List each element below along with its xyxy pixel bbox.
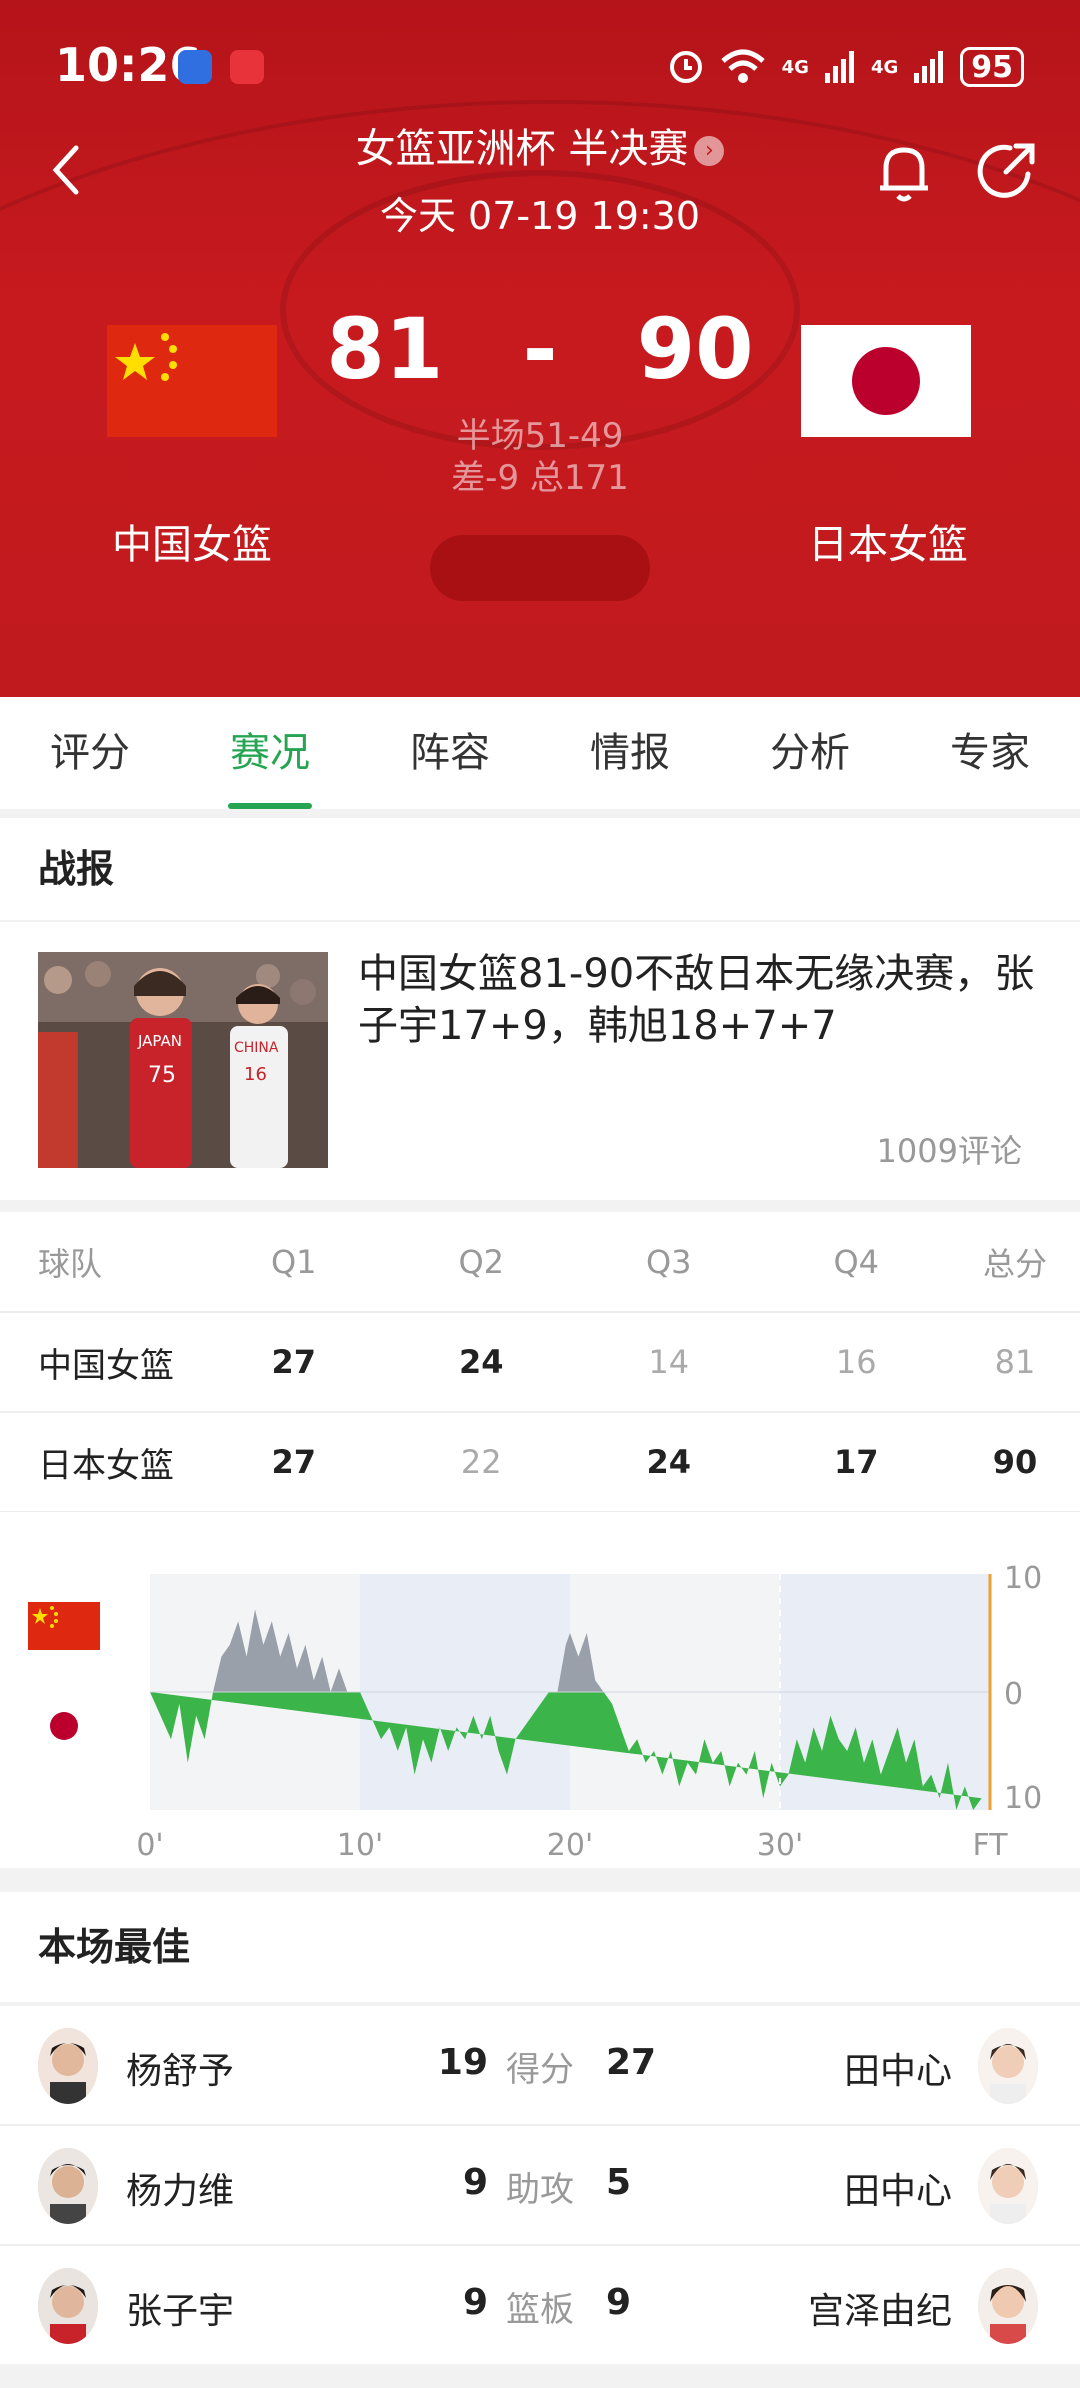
column-header: 总分 — [950, 1212, 1080, 1313]
signal-icon — [914, 51, 944, 83]
quarter-score-table: 球队 Q1 Q2 Q3 Q4 总分 中国女篮 27 24 14 16 81 日本… — [0, 1212, 1080, 1513]
tab-match-status[interactable]: 赛况 — [180, 697, 360, 809]
score-cell: 17 — [762, 1412, 950, 1513]
avatar — [978, 2268, 1038, 2344]
news-headline[interactable]: 中国女篮81-90不敌日本无缘决赛，张子宇17+9，韩旭18+7+7 — [358, 948, 1048, 1052]
best-players-header: 本场最佳 — [0, 1892, 1080, 2002]
signal-icon — [824, 51, 854, 83]
x-tick-label: 30' — [757, 1828, 803, 1863]
diff-total: 差-9 总171 — [451, 458, 629, 498]
match-title-text: 女篮亚洲杯 半决赛 — [355, 126, 689, 172]
best-player-row[interactable]: 杨力维 9 助攻 5 田中心 — [0, 2126, 1080, 2244]
news-thumbnail[interactable]: JAPAN 75 CHINA 16 — [38, 952, 328, 1168]
momentum-chart-svg: 10 0 10 0' 10' 20' 30' FT — [136, 1561, 1042, 1863]
momentum-chart: 10 0 10 0' 10' 20' 30' FT — [0, 1512, 1080, 1868]
home-team-name[interactable]: 中国女篮 — [42, 512, 342, 570]
right-player-name: 田中心 — [843, 2171, 952, 2212]
scoreline: 81 - 90 — [0, 300, 1080, 398]
column-header: Q3 — [575, 1212, 763, 1313]
x-tick-label: FT — [972, 1828, 1008, 1863]
avatar — [38, 2028, 98, 2104]
right-player-value: 27 — [606, 2042, 657, 2083]
stat-label: 篮板 — [506, 2290, 574, 2330]
share-icon[interactable] — [976, 140, 1038, 202]
column-header: Q4 — [762, 1212, 950, 1313]
x-tick-label: 20' — [547, 1828, 593, 1863]
score-cell: 24 — [387, 1312, 575, 1413]
left-player-value: 9 — [462, 2162, 488, 2203]
table-header-row: 球队 Q1 Q2 Q3 Q4 总分 — [0, 1212, 1080, 1313]
column-header: Q2 — [387, 1212, 575, 1313]
svg-text:75: 75 — [148, 1063, 176, 1088]
score-cell: 22 — [387, 1412, 575, 1513]
left-player-name: 杨舒予 — [126, 2051, 235, 2092]
away-team-name[interactable]: 日本女篮 — [738, 512, 1038, 570]
left-player-value: 9 — [462, 2282, 488, 2323]
live-button[interactable] — [430, 535, 650, 601]
match-header: 10:26 4G 4G 95 女篮亚洲杯 半决赛 › 今天 07-19 19:30… — [0, 0, 1080, 697]
network-4g-label: 4G — [781, 56, 809, 78]
right-player-name: 田中心 — [843, 2051, 952, 2092]
table-row: 中国女篮 27 24 14 16 81 — [0, 1312, 1080, 1413]
score-cell: 27 — [200, 1412, 388, 1513]
table-row: 日本女篮 27 22 24 17 90 — [0, 1412, 1080, 1513]
stat-label: 助攻 — [506, 2170, 574, 2210]
score-cell: 14 — [575, 1312, 763, 1413]
away-score: 90 — [636, 300, 754, 398]
best-players-title: 本场最佳 — [38, 1925, 191, 1969]
x-tick-label: 10' — [337, 1828, 383, 1863]
left-player-name: 杨力维 — [126, 2171, 235, 2212]
team-cell: 日本女篮 — [0, 1412, 200, 1513]
app-notification-icon — [178, 50, 212, 84]
score-cell: 90 — [950, 1412, 1080, 1513]
tab-analysis[interactable]: 分析 — [720, 697, 900, 809]
score-cell: 81 — [950, 1312, 1080, 1413]
score-separator: - — [522, 300, 558, 398]
alarm-icon — [669, 51, 702, 83]
svg-text:CHINA: CHINA — [234, 1040, 279, 1056]
score-cell: 16 — [762, 1312, 950, 1413]
avatar — [978, 2028, 1038, 2104]
status-icons: 4G 4G 95 — [668, 42, 1024, 92]
team-cell: 中国女篮 — [0, 1312, 200, 1413]
right-player-value: 5 — [606, 2162, 632, 2203]
report-section-title: 战报 — [38, 847, 115, 891]
score-cell: 27 — [200, 1312, 388, 1413]
stat-label: 得分 — [506, 2050, 574, 2090]
bell-icon[interactable] — [874, 140, 934, 204]
report-section-header: 战报 — [0, 818, 1080, 920]
battery-indicator: 95 — [960, 47, 1024, 87]
status-bar: 10:26 4G 4G 95 — [0, 0, 1080, 130]
battery-level: 95 — [971, 49, 1013, 85]
home-score: 81 — [326, 300, 444, 398]
avatar — [978, 2148, 1038, 2224]
best-player-row[interactable]: 张子宇 9 篮板 9 宫泽由纪 — [0, 2246, 1080, 2364]
tab-experts[interactable]: 专家 — [900, 697, 1080, 809]
best-player-row[interactable]: 杨舒予 19 得分 27 田中心 — [0, 2006, 1080, 2124]
svg-text:16: 16 — [244, 1064, 267, 1085]
news-comment-count: 1009评论 — [876, 1132, 1022, 1170]
y-tick-label: 0 — [1004, 1677, 1023, 1712]
app-notification-icon — [230, 50, 264, 84]
left-player-name: 张子宇 — [126, 2291, 235, 2332]
network-4g-label: 4G — [870, 56, 899, 78]
left-player-value: 19 — [437, 2042, 488, 2083]
wifi-icon — [720, 49, 765, 83]
chevron-right-icon: › — [694, 136, 725, 166]
y-tick-label: 10 — [1004, 1781, 1042, 1816]
tab-lineup[interactable]: 阵容 — [360, 697, 540, 809]
right-player-value: 9 — [606, 2282, 632, 2323]
tab-bar: 评分 赛况 阵容 情报 分析 专家 — [0, 697, 1080, 809]
column-header: Q1 — [200, 1212, 388, 1313]
y-tick-label: 10 — [1004, 1561, 1042, 1596]
score-cell: 24 — [575, 1412, 763, 1513]
tab-rating[interactable]: 评分 — [0, 697, 180, 809]
tab-intel[interactable]: 情报 — [540, 697, 720, 809]
column-header: 球队 — [0, 1212, 200, 1313]
avatar — [38, 2148, 98, 2224]
x-tick-label: 0' — [136, 1828, 163, 1863]
svg-text:JAPAN: JAPAN — [137, 1032, 182, 1050]
right-player-name: 宫泽由纪 — [807, 2291, 952, 2332]
avatar — [38, 2268, 98, 2344]
